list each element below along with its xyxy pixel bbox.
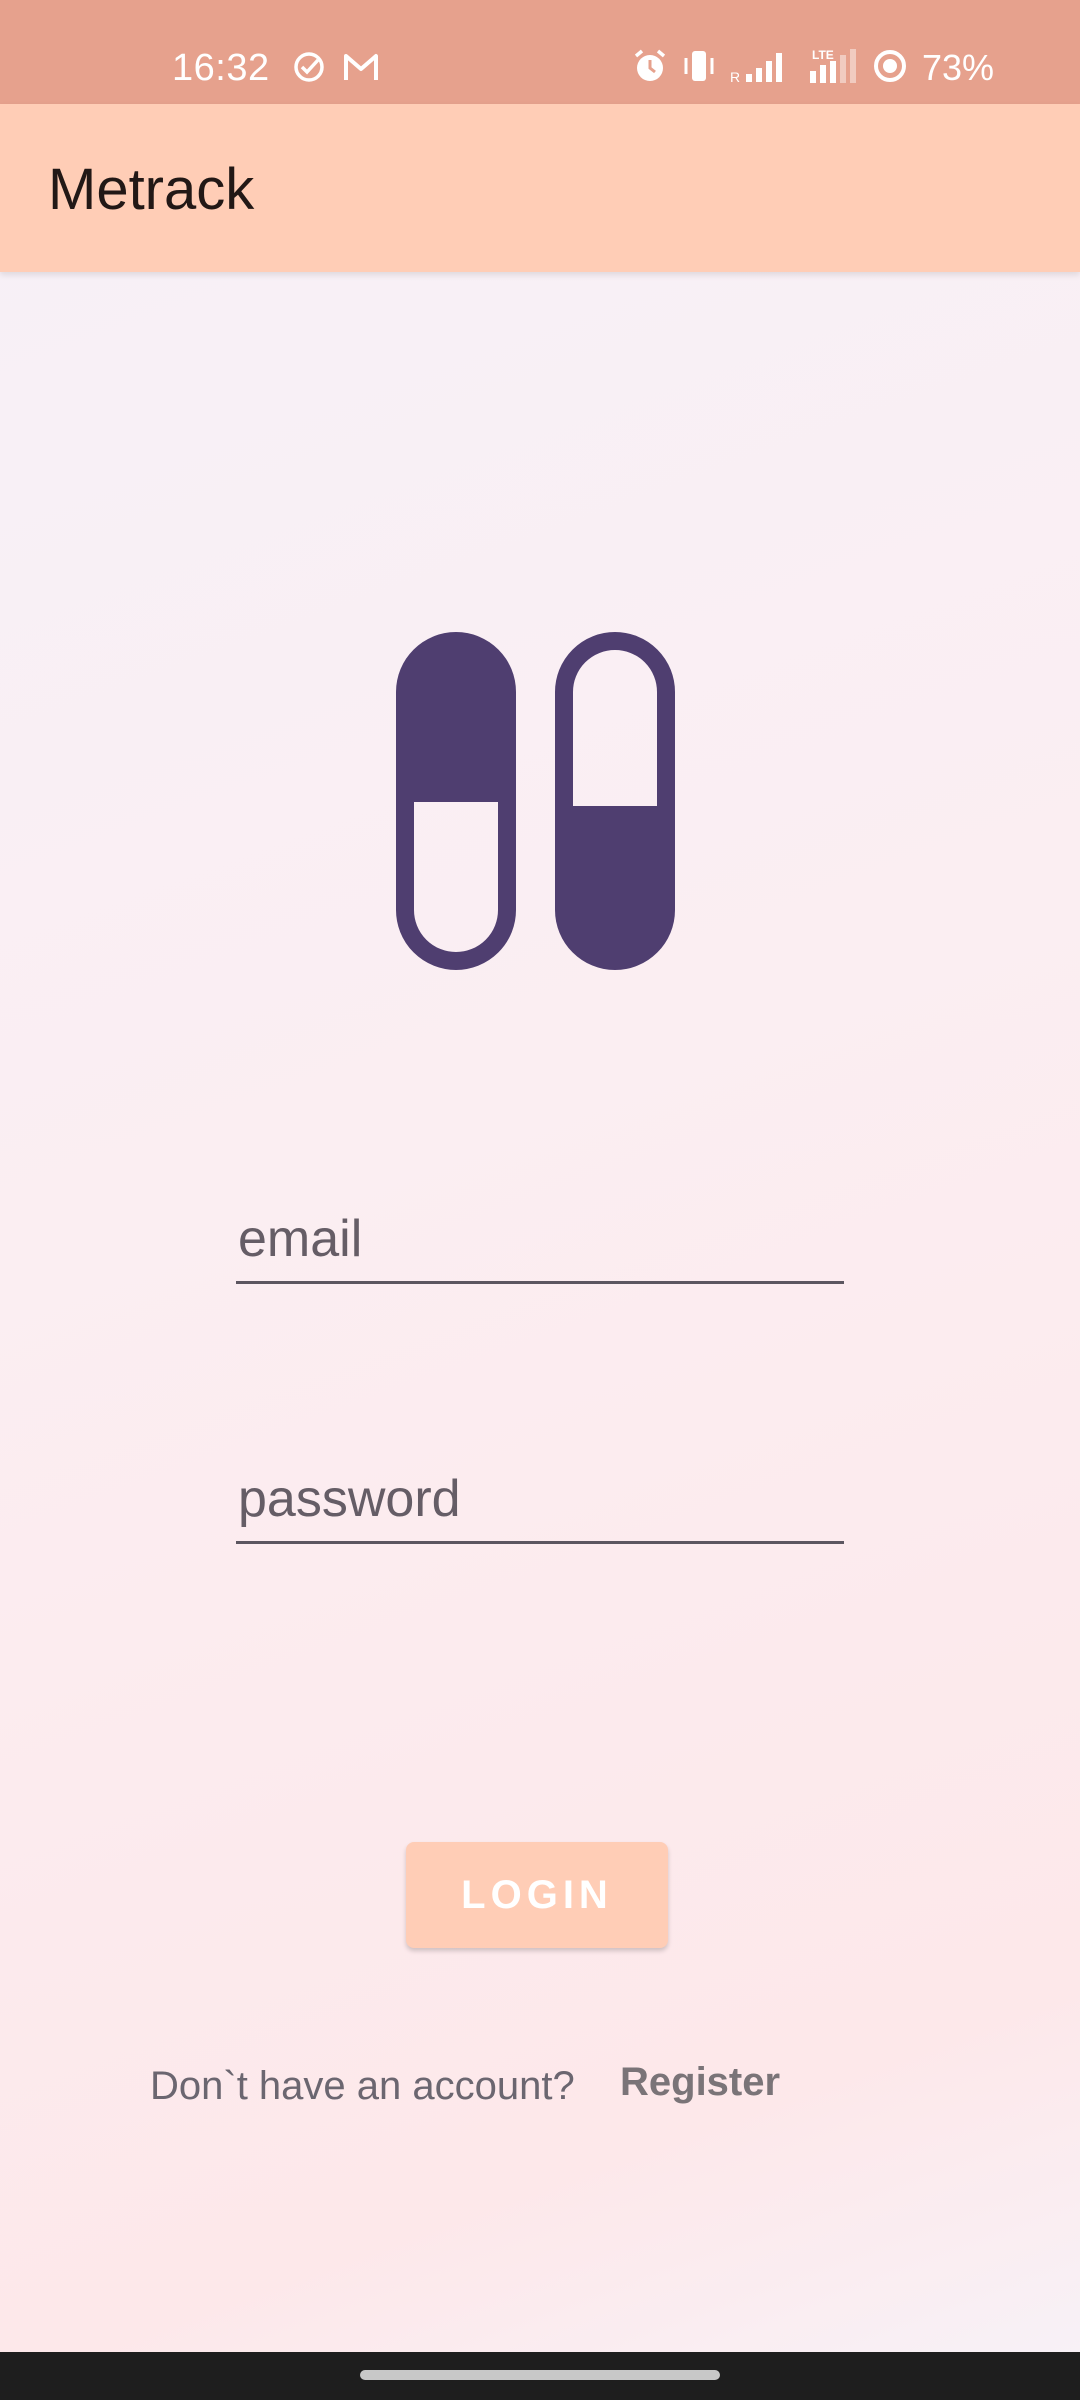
home-gesture-handle[interactable] — [360, 2370, 720, 2380]
app-title: Metrack — [48, 157, 255, 222]
lte-signal-icon: LTE — [806, 47, 858, 90]
status-left-icons — [292, 50, 380, 89]
gmail-icon — [342, 50, 380, 89]
status-right-icons: R LTE 73% — [632, 44, 994, 92]
email-field[interactable] — [236, 1180, 844, 1284]
check-circle-icon — [292, 50, 326, 89]
navigation-bar — [0, 2352, 1080, 2400]
email-input[interactable] — [238, 1209, 844, 1269]
signal-roaming-icon: R — [730, 48, 792, 89]
battery-saver-icon — [872, 48, 908, 89]
battery-percentage: 73% — [921, 47, 994, 88]
password-input[interactable] — [238, 1469, 844, 1529]
roaming-label: R — [730, 69, 740, 84]
alarm-icon — [632, 48, 668, 89]
app-bar: Metrack — [0, 104, 1080, 272]
password-field[interactable] — [236, 1440, 844, 1544]
login-button[interactable]: LOGIN — [406, 1842, 668, 1948]
status-time: 16:32 — [172, 47, 270, 89]
vibrate-icon — [682, 48, 716, 89]
register-link[interactable]: Register — [620, 2054, 780, 2110]
register-prompt: Don`t have an account? — [150, 2064, 575, 2108]
lte-label: LTE — [812, 48, 834, 62]
status-bar: 16:32 R LTE 73% — [0, 0, 1080, 104]
pills-icon — [392, 628, 688, 974]
